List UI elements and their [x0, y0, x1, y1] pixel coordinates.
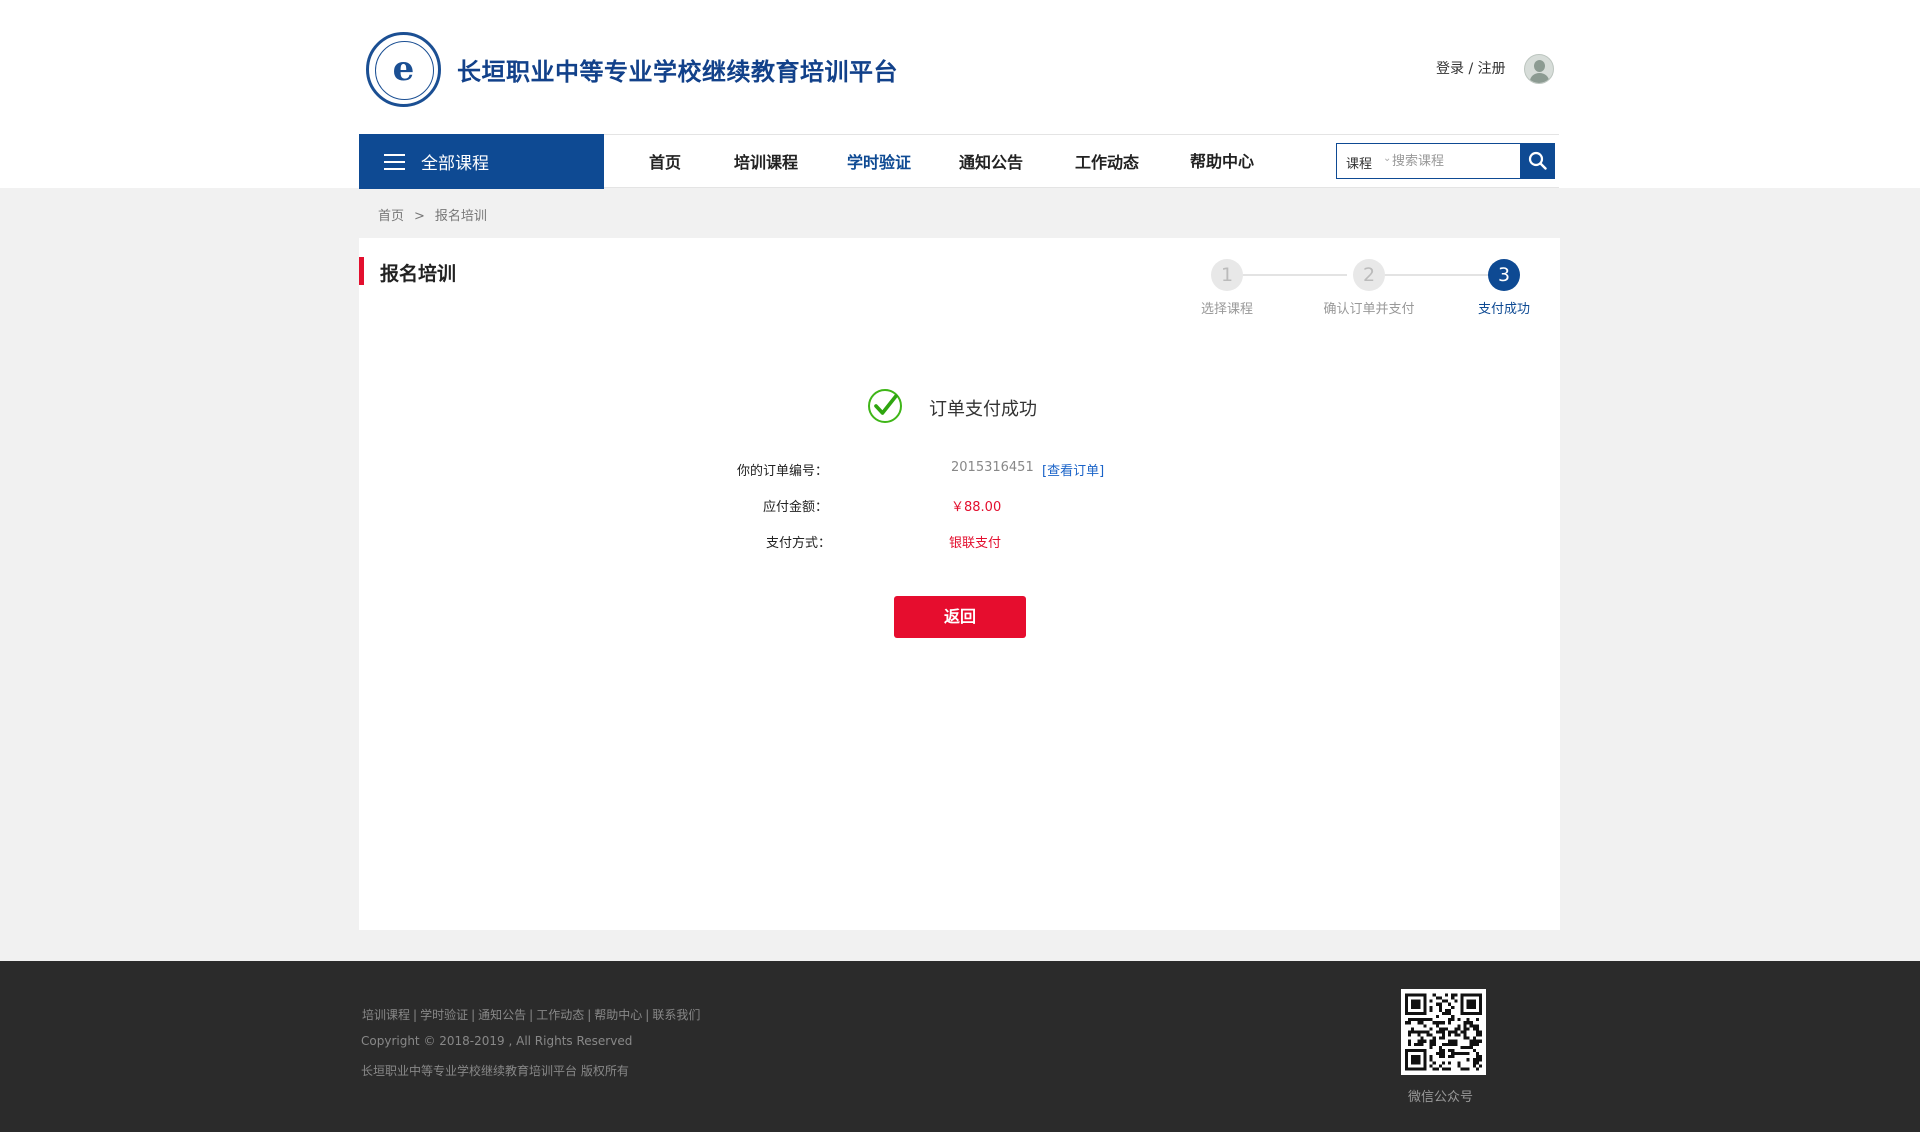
- search-icon: [1528, 151, 1547, 170]
- footer-link-help-center[interactable]: 帮助中心: [594, 1008, 642, 1022]
- order-number-label: 你的订单编号：: [736, 464, 828, 479]
- footer-link-separator: |: [645, 1008, 650, 1022]
- qr-label: 微信公众号: [1408, 1090, 1474, 1105]
- breadcrumb-separator: >: [414, 209, 425, 224]
- step-connector: [1368, 274, 1491, 276]
- page-title: 报名培训: [380, 263, 457, 285]
- all-courses-button[interactable]: 全部课程: [359, 134, 604, 189]
- login-register-link[interactable]: 登录 / 注册: [1436, 58, 1506, 78]
- breadcrumb-current: 报名培训: [434, 209, 487, 224]
- amount-label: 应付金额：: [762, 500, 828, 515]
- view-order-link[interactable]: [查看订单]: [1042, 460, 1104, 479]
- payment-method-label: 支付方式：: [765, 536, 831, 551]
- footer-link-hours-verification[interactable]: 学时验证: [420, 1008, 468, 1022]
- search-button[interactable]: [1520, 143, 1555, 179]
- footer-link-notices[interactable]: 通知公告: [478, 1008, 526, 1022]
- back-button[interactable]: 返回: [894, 596, 1026, 638]
- step-1-label: 选择课程: [1200, 302, 1253, 317]
- footer-link-training-courses[interactable]: 培训课程: [362, 1008, 410, 1022]
- owner-text: 长垣职业中等专业学校继续教育培训平台 版权所有: [361, 1064, 629, 1078]
- search-box: 课程 ⌄: [1336, 143, 1555, 179]
- user-avatar-icon[interactable]: [1524, 54, 1554, 84]
- nav-item-home[interactable]: 首页: [649, 149, 681, 173]
- menu-icon: [384, 153, 405, 170]
- chevron-down-icon[interactable]: ⌄: [1383, 153, 1391, 164]
- nav-item-help-center[interactable]: 帮助中心: [1190, 148, 1254, 172]
- site-footer: 培训课程 | 学时验证 | 通知公告 | 工作动态 | 帮助中心 | 联系我们 Copyright …: [0, 961, 1920, 1132]
- step-connector: [1227, 274, 1347, 276]
- site-logo[interactable]: e 长垣职业中等专业学校继续教育培训平台: [366, 32, 898, 107]
- amount-value: ￥88.00: [951, 500, 1002, 515]
- footer-link-work-news[interactable]: 工作动态: [536, 1008, 584, 1022]
- footer-link-separator: |: [529, 1008, 534, 1022]
- nav-item-hours-verification[interactable]: 学时验证: [847, 149, 911, 173]
- step-1-circle: 1: [1211, 259, 1243, 291]
- order-number-value: 2015316451: [951, 460, 1034, 475]
- nav-item-notices[interactable]: 通知公告: [959, 149, 1023, 173]
- footer-link-contact-us[interactable]: 联系我们: [652, 1008, 700, 1022]
- all-courses-label: 全部课程: [421, 154, 489, 174]
- school-emblem-icon: e: [366, 32, 441, 107]
- footer-links: 培训课程 | 学时验证 | 通知公告 | 工作动态 | 帮助中心 | 联系我们: [362, 1006, 700, 1023]
- step-3-circle: 3: [1488, 259, 1520, 291]
- search-type-select[interactable]: 课程: [1346, 153, 1372, 172]
- breadcrumb: 首页 > 报名培训: [378, 205, 487, 224]
- footer-link-separator: |: [471, 1008, 476, 1022]
- step-2-label: 确认订单并支付: [1323, 302, 1415, 317]
- success-check-icon: [868, 389, 902, 423]
- nav-item-work-news[interactable]: 工作动态: [1075, 149, 1139, 173]
- main-nav: 全部课程 首页 培训课程 学时验证 通知公告 工作动态 帮助中心 课程 ⌄: [359, 134, 1559, 189]
- payment-method-value: 银联支付: [949, 536, 1002, 551]
- step-3-label: 支付成功: [1477, 302, 1530, 317]
- title-accent-bar: [359, 257, 364, 285]
- step-2-circle: 2: [1353, 259, 1385, 291]
- wechat-qr-code-icon: [1401, 989, 1486, 1075]
- breadcrumb-home[interactable]: 首页: [378, 209, 404, 224]
- success-message: 订单支付成功: [929, 399, 1037, 420]
- emblem-letter: e: [392, 49, 415, 89]
- order-result-panel: 报名培训 1 选择课程 2 确认订单并支付 3 支付成功 订单支付成功 你的订单…: [359, 238, 1560, 930]
- site-title: 长垣职业中等专业学校继续教育培训平台: [457, 58, 898, 86]
- search-input[interactable]: [1392, 150, 1517, 172]
- footer-link-separator: |: [413, 1008, 418, 1022]
- nav-item-training-courses[interactable]: 培训课程: [734, 149, 798, 173]
- footer-link-separator: |: [587, 1008, 592, 1022]
- copyright-text: Copyright © 2018-2019 , All Rights Reser…: [361, 1034, 633, 1048]
